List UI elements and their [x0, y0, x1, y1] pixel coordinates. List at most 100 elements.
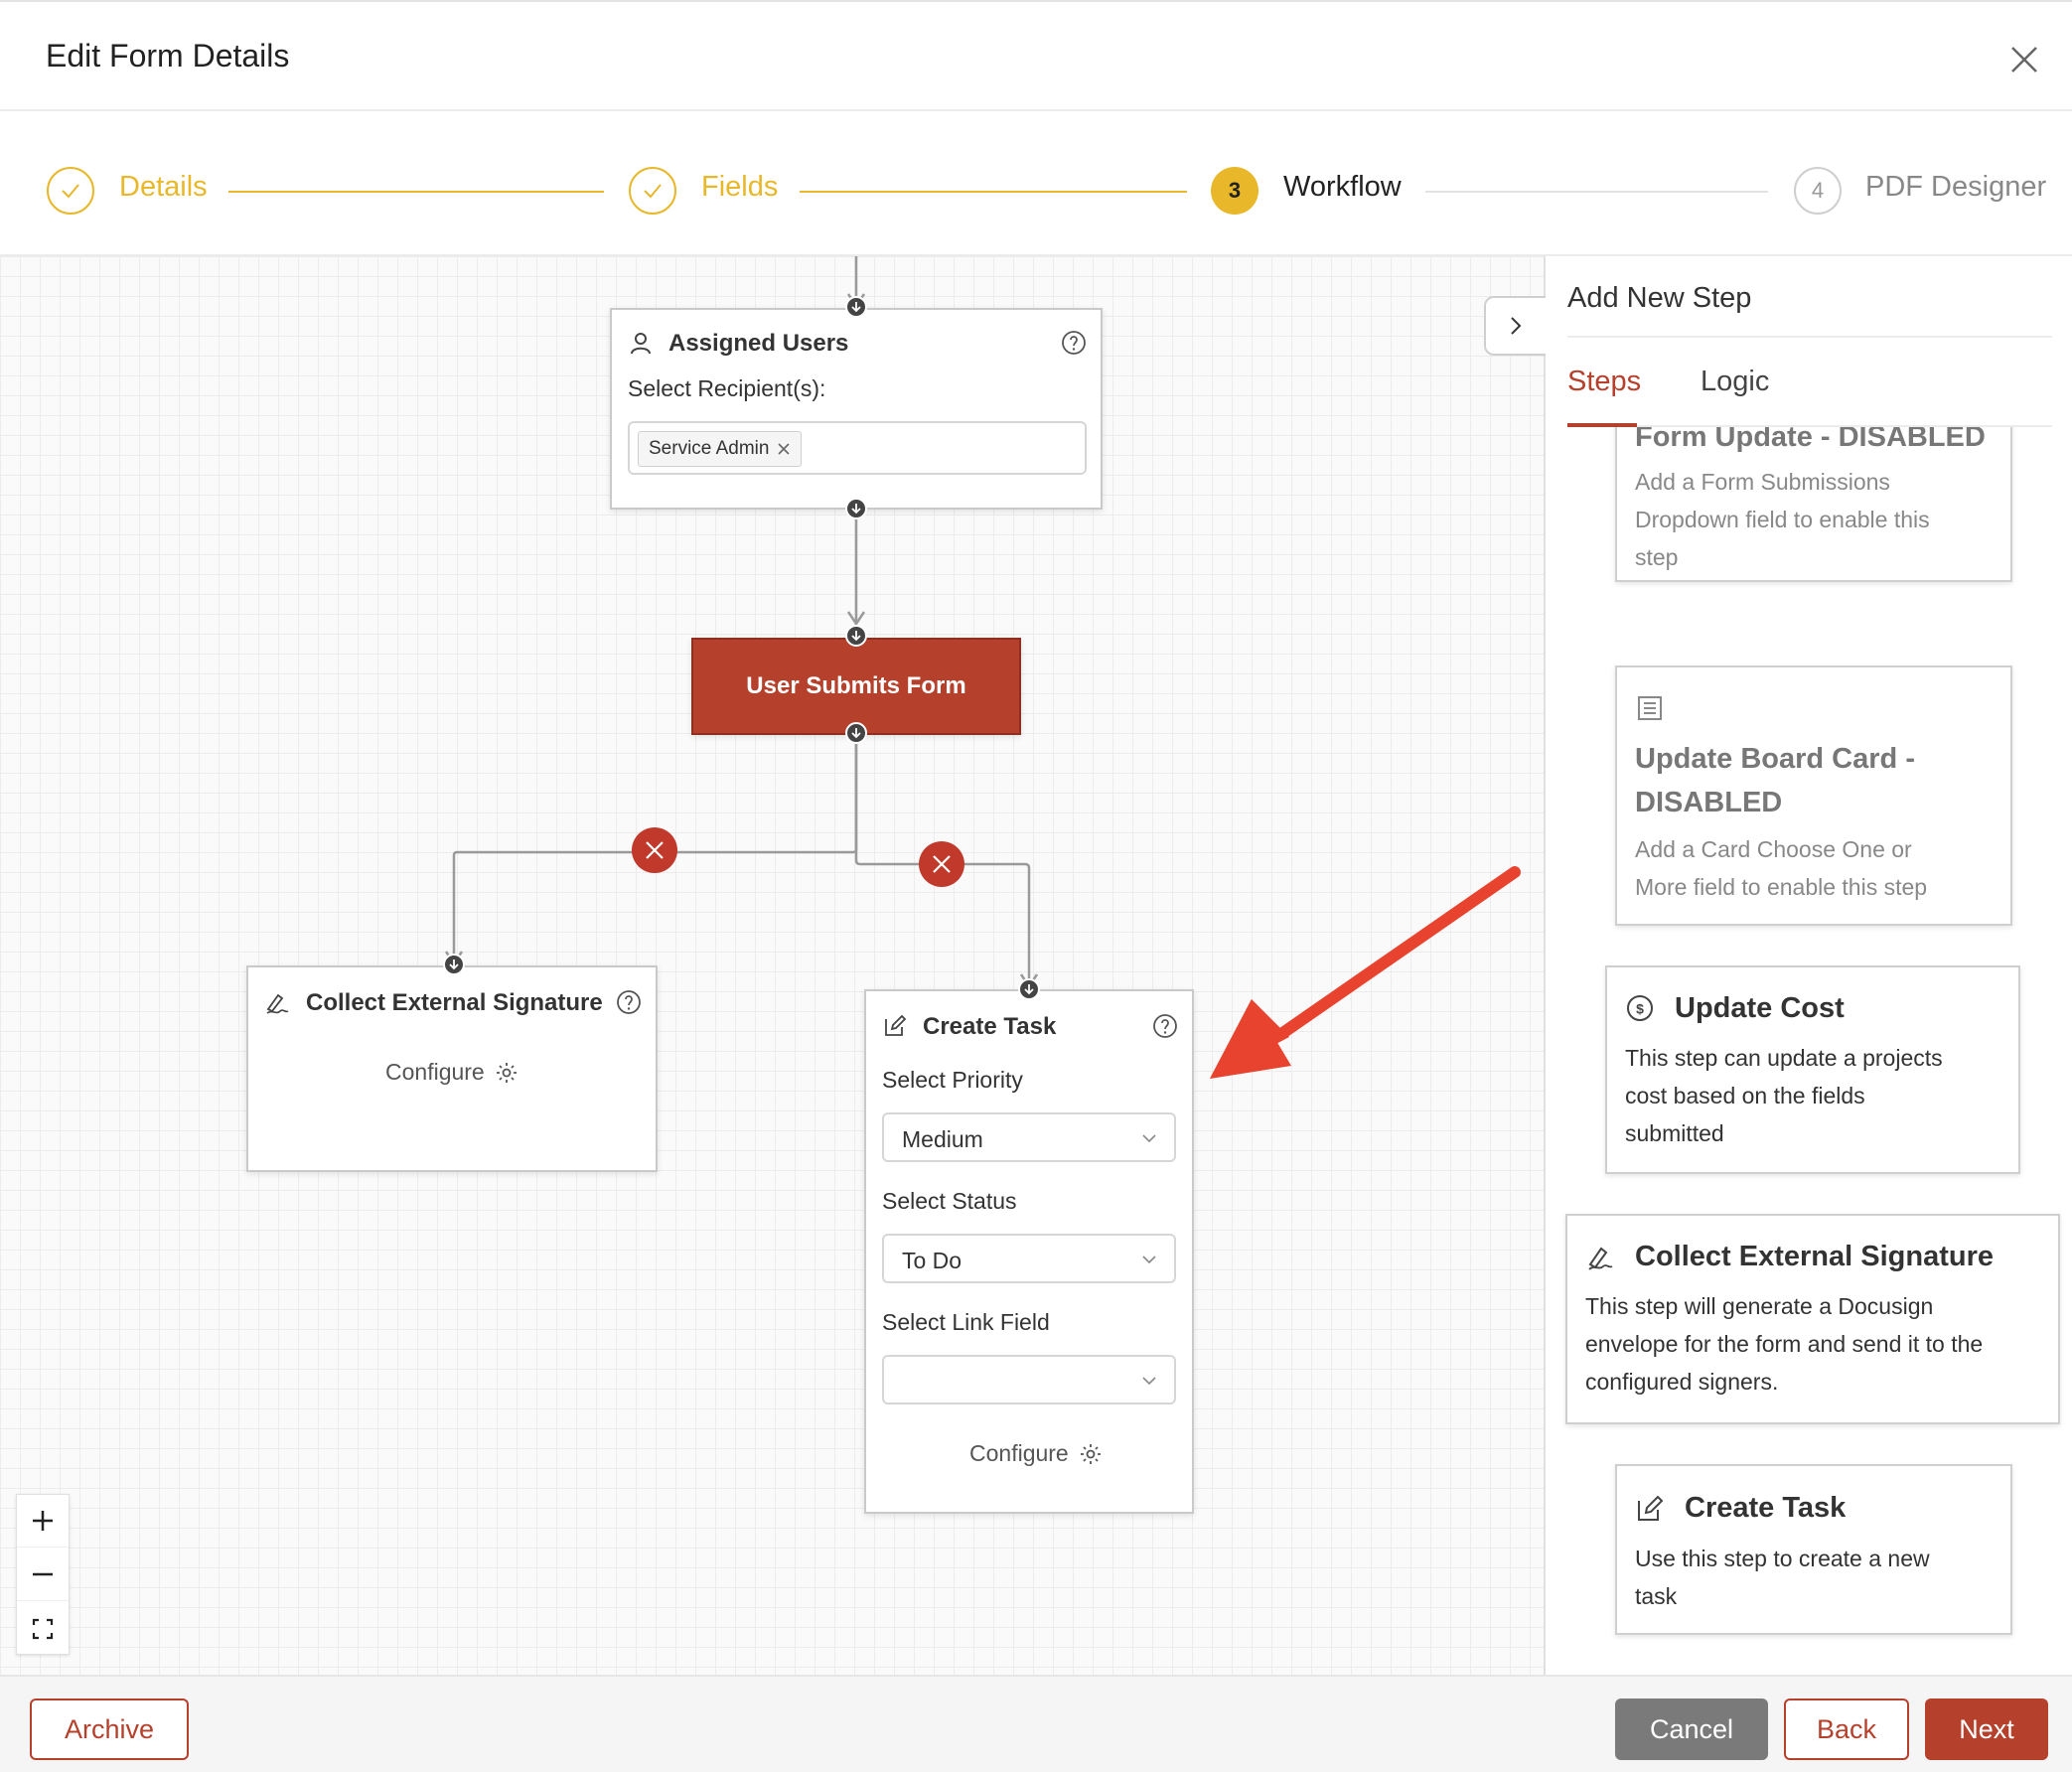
- arrow-down-icon: [851, 728, 861, 739]
- close-button[interactable]: [2004, 40, 2044, 79]
- step-workflow-indicator[interactable]: 3: [1211, 167, 1258, 215]
- tab-steps[interactable]: Steps: [1567, 366, 1641, 398]
- step-card-desc-line: Add a Form Submissions: [1635, 469, 1890, 495]
- step-connector: [800, 191, 1187, 193]
- delete-icon: [933, 855, 951, 873]
- step-details-indicator[interactable]: [47, 167, 94, 215]
- gear-icon: [1080, 1443, 1101, 1464]
- step-card-title: Collect External Signature: [1635, 1241, 1994, 1272]
- collect-signature-title: Collect External Signature: [306, 989, 603, 1016]
- panel-divider: [1567, 336, 2052, 338]
- status-label: Select Status: [882, 1188, 1017, 1214]
- help-icon[interactable]: [1061, 330, 1087, 356]
- tab-logic[interactable]: Logic: [1701, 366, 1769, 398]
- step-fields-indicator[interactable]: [629, 167, 676, 215]
- priority-select[interactable]: Medium: [882, 1112, 1176, 1162]
- edit-icon: [1638, 1495, 1664, 1521]
- step-workflow-label[interactable]: Workflow: [1283, 171, 1402, 204]
- step-card-desc-line: Dropdown field to enable this: [1635, 507, 1930, 532]
- check-icon: [62, 184, 79, 199]
- step-card-desc-line: This step can update a projects: [1625, 1045, 1943, 1071]
- collect-signature-node[interactable]: Collect External Signature Configure: [246, 965, 658, 1172]
- recipient-tag: Service Admin: [638, 431, 803, 467]
- user-icon: [631, 333, 651, 355]
- zoom-in-button[interactable]: [17, 1495, 69, 1548]
- next-button[interactable]: Next: [1925, 1698, 2048, 1760]
- trigger-node[interactable]: User Submits Form: [691, 638, 1021, 735]
- step-fields-label[interactable]: Fields: [701, 171, 778, 204]
- chevron-down-icon: [1142, 1255, 1156, 1264]
- arrow-down-icon: [851, 504, 861, 515]
- step-details-label[interactable]: Details: [119, 171, 208, 204]
- signature-configure-button[interactable]: Configure: [385, 1059, 518, 1086]
- step-card-update-cost[interactable]: $ Update Cost This step can update a pro…: [1605, 965, 2020, 1174]
- remove-tag-icon[interactable]: [777, 442, 791, 456]
- step-card-collect-signature[interactable]: Collect External Signature This step wil…: [1565, 1214, 2060, 1424]
- workflow-canvas[interactable]: Assigned Users Select Recipient(s): Serv…: [0, 256, 1544, 1675]
- arrow-down-icon: [851, 631, 861, 642]
- board-icon: [1638, 696, 1662, 720]
- edit-icon: [885, 1014, 907, 1036]
- step-connector: [1425, 191, 1768, 193]
- recipient-tag-label: Service Admin: [649, 438, 770, 459]
- help-icon[interactable]: [1152, 1013, 1178, 1039]
- modal-header: Edit Form Details: [0, 0, 2072, 111]
- create-task-title: Create Task: [923, 1013, 1057, 1040]
- step-card-title: DISABLED: [1635, 787, 1783, 818]
- delete-icon: [646, 841, 664, 859]
- connection-port[interactable]: [845, 296, 867, 318]
- panel-title: Add New Step: [1567, 282, 1752, 314]
- back-button[interactable]: Back: [1784, 1698, 1909, 1760]
- step-connector: [228, 191, 604, 193]
- step-card-form-update[interactable]: Form Update - DISABLED Add a Form Submis…: [1615, 427, 2012, 582]
- link-field-select[interactable]: [882, 1355, 1176, 1404]
- status-value: To Do: [902, 1248, 962, 1273]
- step-card-title: Update Board Card -: [1635, 743, 1915, 775]
- step-card-desc-line: envelope for the form and send it to the: [1585, 1331, 1984, 1357]
- connection-port[interactable]: [845, 625, 867, 647]
- delete-edge-button[interactable]: [919, 841, 964, 887]
- signature-icon: [1588, 1247, 1613, 1270]
- gear-icon: [496, 1062, 517, 1083]
- zoom-out-button[interactable]: [17, 1549, 69, 1601]
- step-card-desc-line: cost based on the fields: [1625, 1083, 1865, 1108]
- step-pdf-designer-label[interactable]: PDF Designer: [1865, 171, 2046, 204]
- cancel-button[interactable]: Cancel: [1615, 1698, 1768, 1760]
- assigned-users-title: Assigned Users: [668, 330, 849, 357]
- connection-port[interactable]: [1018, 978, 1040, 1000]
- collapse-panel-button[interactable]: [1484, 296, 1546, 356]
- step-card-update-board-card[interactable]: Update Board Card - DISABLED Add a Card …: [1615, 665, 2012, 926]
- chevron-down-icon: [1142, 1377, 1156, 1386]
- steps-list[interactable]: Form Update - DISABLED Add a Form Submis…: [1546, 427, 2072, 1675]
- fit-view-icon: [32, 1618, 54, 1639]
- configure-label: Configure: [385, 1059, 485, 1085]
- arrow-down-icon: [1024, 984, 1034, 995]
- signature-icon: [266, 993, 289, 1014]
- task-configure-button[interactable]: Configure: [969, 1440, 1103, 1467]
- connection-port[interactable]: [845, 498, 867, 519]
- svg-text:$: $: [1636, 1001, 1644, 1017]
- dollar-icon: $: [1627, 995, 1653, 1021]
- step-card-desc-line: configured signers.: [1585, 1369, 1779, 1395]
- step-card-desc-line: Use this step to create a new: [1635, 1546, 1930, 1571]
- minus-icon: [33, 1572, 53, 1576]
- step-card-title: Form Update - DISABLED: [1635, 427, 1986, 453]
- chevron-right-icon: [1511, 317, 1522, 335]
- close-icon: [2011, 47, 2037, 73]
- step-card-create-task[interactable]: Create Task Use this step to create a ne…: [1615, 1464, 2012, 1635]
- configure-label: Configure: [969, 1440, 1069, 1466]
- step-card-desc-line: step: [1635, 544, 1679, 570]
- step-pdf-designer-indicator[interactable]: 4: [1794, 167, 1842, 215]
- step-card-title: Create Task: [1685, 1492, 1847, 1524]
- assigned-users-node[interactable]: Assigned Users Select Recipient(s): Serv…: [610, 308, 1103, 510]
- delete-edge-button[interactable]: [632, 827, 677, 873]
- step-card-desc-line: More field to enable this step: [1635, 874, 1928, 900]
- status-select[interactable]: To Do: [882, 1234, 1176, 1283]
- help-icon[interactable]: [616, 989, 642, 1015]
- archive-button[interactable]: Archive: [30, 1698, 189, 1760]
- connection-port[interactable]: [443, 954, 465, 975]
- recipients-select[interactable]: Service Admin: [628, 421, 1087, 475]
- create-task-node[interactable]: Create Task Select Priority Medium Selec…: [864, 989, 1194, 1514]
- fit-view-button[interactable]: [17, 1602, 69, 1655]
- connection-port[interactable]: [845, 722, 867, 744]
